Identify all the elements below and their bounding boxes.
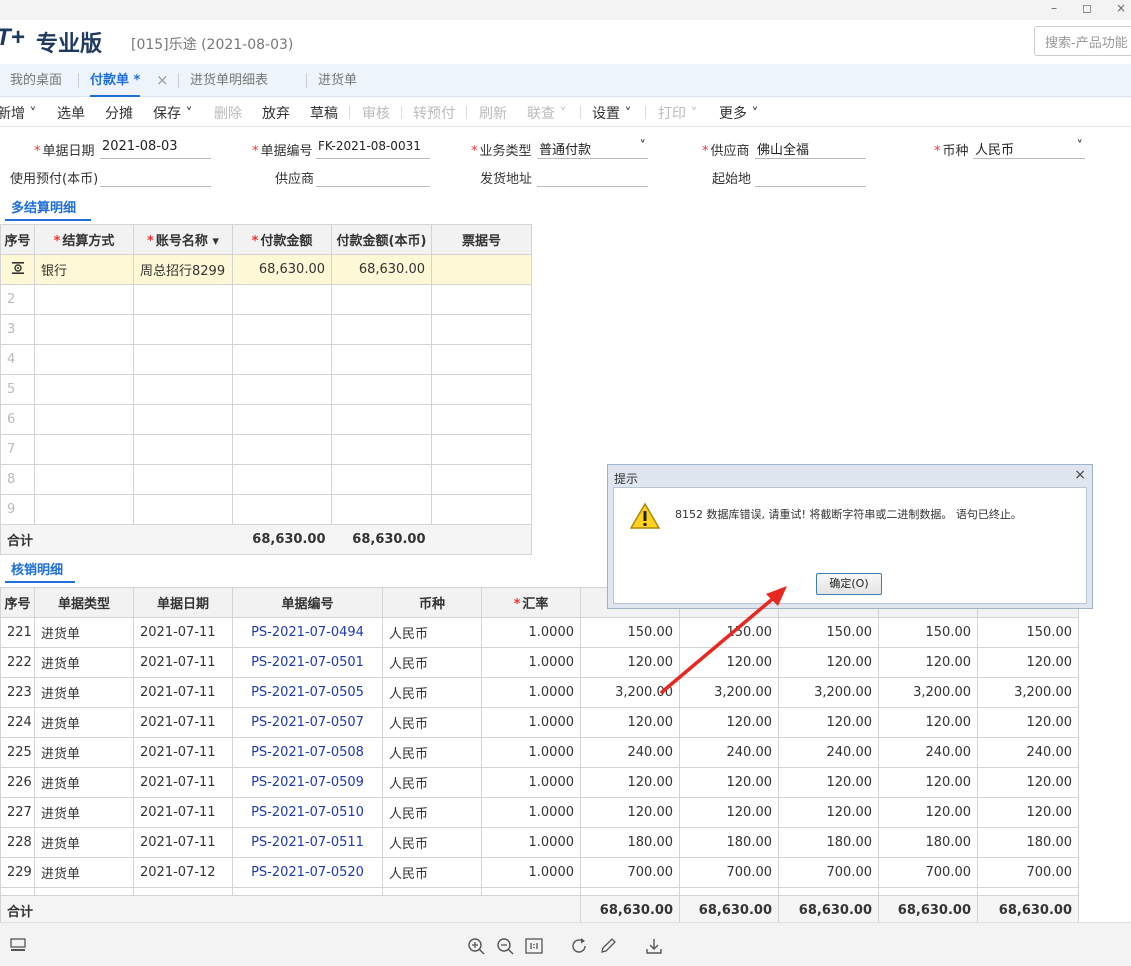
app-window: – ◻ × T+ 专业版 [015]乐途 (2021-08-03) 搜索-产品功… xyxy=(0,0,1131,966)
edit-pencil-icon[interactable] xyxy=(599,937,617,955)
rotate-icon[interactable] xyxy=(570,937,588,955)
download-icon[interactable] xyxy=(645,937,663,955)
annotation-arrow-icon xyxy=(660,586,787,694)
bottom-bar xyxy=(0,922,1131,966)
zoom-out-icon[interactable] xyxy=(496,937,514,955)
zoom-in-icon[interactable] xyxy=(467,937,485,955)
actual-size-icon[interactable] xyxy=(525,937,543,955)
layout-icon[interactable] xyxy=(10,937,26,953)
